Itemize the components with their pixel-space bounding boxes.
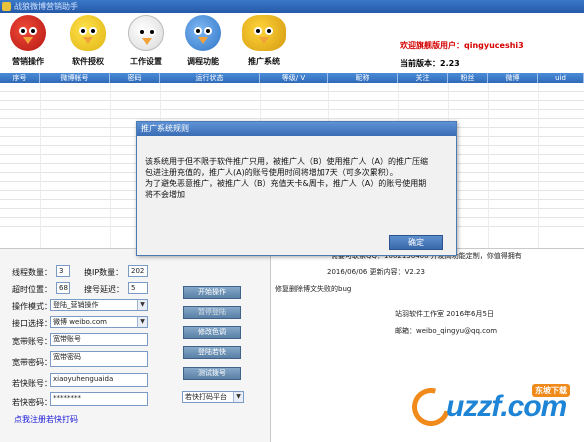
mode-select-value: 登陆_营销操作 <box>53 301 99 309</box>
red-bird-icon <box>10 15 46 51</box>
col-status[interactable]: 运行状态 <box>160 73 260 83</box>
start-operation-button[interactable]: 开始操作 <box>183 286 241 299</box>
col-account[interactable]: 微博帐号 <box>40 73 110 83</box>
broadband-password-label: 宽带密码： <box>12 358 52 367</box>
broadband-account-label: 宽带账号： <box>12 337 52 346</box>
table-row[interactable] <box>0 83 584 92</box>
toolbar-license-label: 软件授权 <box>72 57 104 66</box>
pause-login-button[interactable]: 暂停登陆 <box>183 306 241 319</box>
table-row[interactable] <box>0 101 584 110</box>
col-follow[interactable]: 关注 <box>398 73 448 83</box>
welcome-user: qingyuceshi3 <box>464 41 524 50</box>
dialog-line: 为了避免恶意推广，被推广人（B）充值天卡&周卡，推广人（A）的账号使用期 <box>145 179 427 188</box>
captcha-platform-select[interactable]: 若快打码平台 ▼ <box>182 391 244 403</box>
welcome-text: 欢迎旗舰版用户：qingyuceshi3 <box>400 40 524 51</box>
ip-count-input[interactable]: 202 <box>128 265 148 277</box>
test-dialup-button[interactable]: 测试拨号 <box>183 367 241 380</box>
captcha-password-label: 若快密码： <box>12 398 52 407</box>
login-ruokuai-button[interactable]: 登陆若快 <box>183 346 241 359</box>
captcha-password-input[interactable]: ******** <box>50 392 148 406</box>
grid-divider <box>40 83 41 248</box>
timeout-label: 超时位置： <box>12 285 52 294</box>
thread-count-label: 线程数量： <box>12 268 52 277</box>
app-icon <box>2 2 11 11</box>
grid-divider <box>488 83 489 248</box>
change-theme-button[interactable]: 修改色调 <box>183 326 241 339</box>
toolbar-extra-label: 调程功能 <box>187 57 219 66</box>
chevron-down-icon[interactable]: ▼ <box>137 317 147 327</box>
toolbar-settings-button[interactable]: 工作设置 <box>118 15 174 71</box>
promotion-rules-dialog: 推广系统规则 该系统用于但不限于软件推广只用，被推广人（B）使用推广人（A）的推… <box>136 121 457 256</box>
thread-count-input[interactable]: 3 <box>56 265 70 277</box>
col-nickname[interactable]: 昵称 <box>328 73 398 83</box>
dialog-message: 该系统用于但不限于软件推广只用，被推广人（B）使用推广人（A）的推广压缩 包进注… <box>145 156 450 200</box>
grid-divider <box>538 83 539 248</box>
interface-select[interactable]: 微博 weibo.com ▼ <box>50 316 148 328</box>
interval-input[interactable]: 5 <box>128 282 148 294</box>
col-index[interactable]: 序号 <box>0 73 40 83</box>
toolbar-promotion-button[interactable]: 推广系统 <box>236 15 292 71</box>
toolbar-marketing-label: 营销操作 <box>12 57 44 66</box>
table-row[interactable] <box>0 92 584 101</box>
title-bar: 战狼微博营销助手 <box>0 0 584 13</box>
table-row[interactable] <box>0 110 584 119</box>
register-ruokuai-link[interactable]: 点我注册若快打码 <box>14 414 78 425</box>
col-password[interactable]: 密码 <box>110 73 160 83</box>
uzzf-watermark: uzzf.com 东坡下载 <box>405 381 582 433</box>
ip-count-label: 换IP数量： <box>84 268 124 277</box>
dialog-ok-button[interactable]: 确定 <box>389 235 443 250</box>
toolbar-promotion-label: 推广系统 <box>248 57 280 66</box>
white-bird-icon <box>128 15 164 51</box>
blue-bird-icon <box>185 15 221 51</box>
dialog-line: 该系统用于但不限于软件推广只用，被推广人（B）使用推广人（A）的推广压缩 <box>145 157 428 166</box>
log-line-update: 2016/06/06 更新内容：V2.23 <box>327 268 425 276</box>
watermark-badge: 东坡下载 <box>532 384 570 397</box>
mode-label: 操作模式： <box>12 302 52 311</box>
captcha-account-input[interactable]: xiaoyuhenguaida <box>50 373 148 387</box>
yellow-bird-icon <box>70 15 106 51</box>
toolbar-settings-label: 工作设置 <box>130 57 162 66</box>
chevron-down-icon[interactable]: ▼ <box>233 392 243 402</box>
log-line-email: 邮箱：weibo_qingyu@qq.com <box>395 327 498 335</box>
dialog-line: 包进注册充值的，推广人(A)的账号使用时间将增加7天（可多次累积）。 <box>145 168 398 177</box>
toolbar-license-button[interactable]: 软件授权 <box>60 15 116 71</box>
interval-label: 搜号延迟： <box>84 285 124 294</box>
interface-select-value: 微博 weibo.com <box>53 318 107 326</box>
grid-divider <box>110 83 111 248</box>
col-weibo[interactable]: 微博 <box>488 73 538 83</box>
chevron-down-icon[interactable]: ▼ <box>137 300 147 310</box>
toolbar-extra-button[interactable]: 调程功能 <box>175 15 231 71</box>
version-label: 当前版本：2.23 <box>400 59 460 68</box>
log-line-fix: 修复删除博文失败的bug <box>275 285 352 293</box>
welcome-prefix: 欢迎旗舰版用户： <box>400 41 464 50</box>
captcha-account-label: 若快账号： <box>12 379 52 388</box>
col-fans[interactable]: 粉丝 <box>448 73 488 83</box>
broadband-account-input[interactable]: 宽带账号 <box>50 333 148 346</box>
captcha-platform-value: 若快打码平台 <box>185 393 227 401</box>
col-level[interactable]: 等级/ V <box>260 73 328 83</box>
col-uid[interactable]: uid <box>538 73 584 83</box>
mode-select[interactable]: 登陆_营销操作 ▼ <box>50 299 148 311</box>
log-line-studio: 站羽软件工作室 2016年6月5日 <box>395 310 494 318</box>
account-grid-header: 序号 微博帐号 密码 运行状态 等级/ V 昵称 关注 粉丝 微博 uid <box>0 73 584 83</box>
interface-label: 接口选择： <box>12 319 52 328</box>
dialog-line: 将不会增加 <box>145 190 185 199</box>
dialog-title[interactable]: 推广系统规则 <box>137 122 456 136</box>
toolbar: 营销操作 软件授权 工作设置 调程功能 推广系统 欢迎旗舰版用户：qingyuc… <box>0 13 584 73</box>
timeout-input[interactable]: 68 <box>56 282 70 294</box>
broadband-password-input[interactable]: 宽带密码 <box>50 351 148 367</box>
toolbar-marketing-button[interactable]: 营销操作 <box>0 15 56 71</box>
big-yellow-bird-icon <box>242 15 286 51</box>
window-title: 战狼微博营销助手 <box>14 2 78 11</box>
